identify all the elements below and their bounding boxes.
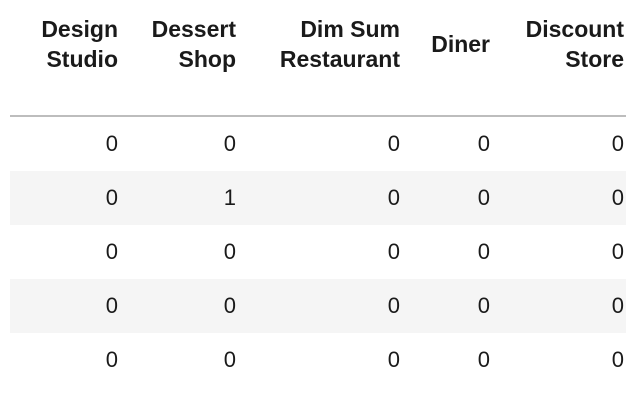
table-row: 0 0 0 0 0 [10, 225, 626, 279]
table-cell: 1 [120, 171, 238, 225]
table-cell: 0 [105, 239, 118, 264]
table-cell: 0 [223, 239, 236, 264]
column-header-diner: Diner [402, 0, 492, 117]
table-row: 0 0 0 0 0 [10, 116, 626, 171]
table-cell: 0 [223, 347, 236, 372]
table-cell: 0 [402, 279, 492, 333]
table-cell: 0 [387, 131, 400, 156]
table-row: 0 1 0 0 0 [10, 171, 626, 225]
table-cell: 0 [477, 239, 490, 264]
table-cell: 0 [10, 279, 120, 333]
data-table: Design Studio Dessert Shop Dim Sum Resta… [10, 0, 626, 387]
table-cell: 0 [223, 131, 236, 156]
table-cell: 0 [611, 131, 624, 156]
table-cell: 0 [105, 347, 118, 372]
table-cell: 0 [477, 347, 490, 372]
table-cell: 0 [10, 171, 120, 225]
table-cell: 0 [105, 131, 118, 156]
table-cell: 0 [611, 347, 624, 372]
column-header-dessert-shop: Dessert Shop [120, 0, 238, 117]
table-cell: 0 [387, 239, 400, 264]
dataframe-output: Design Studio Dessert Shop Dim Sum Resta… [10, 0, 626, 402]
column-header-discount-store: Discount Store [492, 0, 626, 117]
column-header-design-studio: Design Studio [10, 0, 120, 117]
table-cell: 0 [238, 279, 402, 333]
table-cell: 0 [611, 239, 624, 264]
header-row: Design Studio Dessert Shop Dim Sum Resta… [10, 0, 626, 117]
table-cell: 0 [238, 171, 402, 225]
table-cell: 0 [402, 171, 492, 225]
table-cell: 0 [120, 279, 238, 333]
column-header-dim-sum-restaurant: Dim Sum Restaurant [238, 0, 402, 117]
table-cell: 0 [492, 279, 626, 333]
table-row: 0 0 0 0 0 [10, 333, 626, 387]
table-cell: 0 [492, 171, 626, 225]
table-row: 0 0 0 0 0 [10, 279, 626, 333]
table-cell: 0 [477, 131, 490, 156]
table-cell: 0 [387, 347, 400, 372]
